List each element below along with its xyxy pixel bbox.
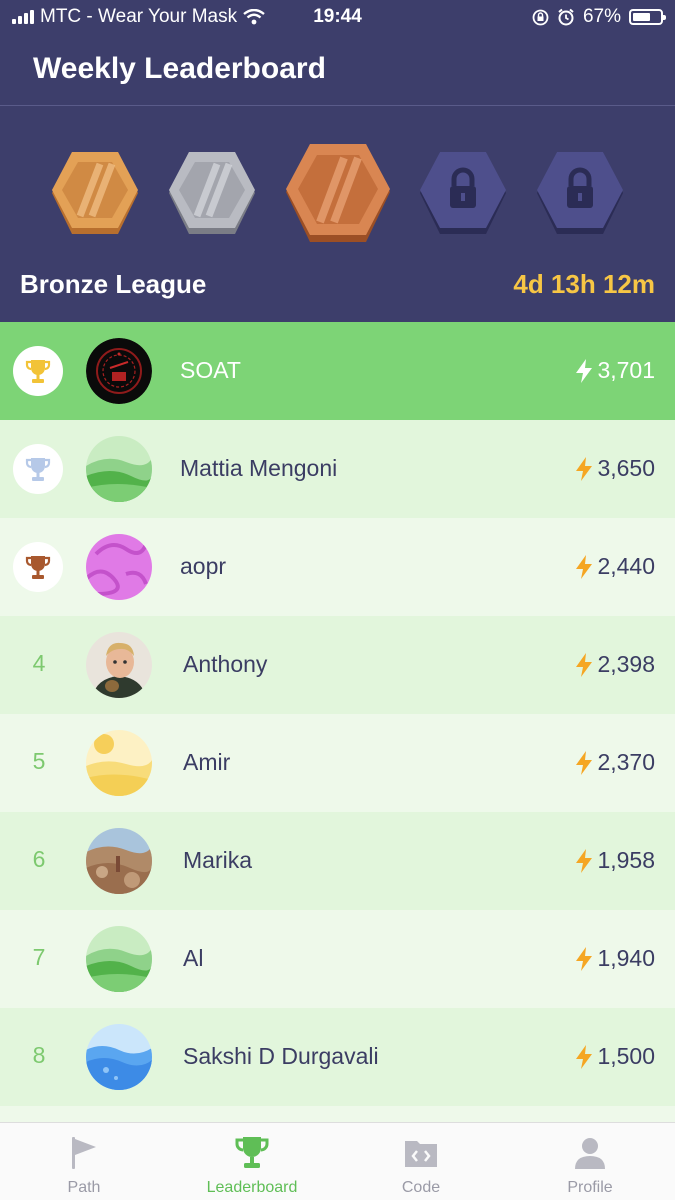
rank-number: 8 bbox=[32, 1042, 46, 1068]
user-score: 2,440 bbox=[575, 553, 655, 580]
tab-label: Code bbox=[401, 1179, 441, 1196]
leaderboard-row-current-user[interactable]: SOAT 3,701 bbox=[0, 322, 675, 420]
tab-label: Leaderboard bbox=[206, 1179, 298, 1196]
avatar bbox=[86, 436, 152, 502]
score-value: 2,398 bbox=[597, 651, 655, 677]
rank-number: 5 bbox=[32, 748, 46, 774]
user-name: Amir bbox=[183, 749, 231, 775]
tab-profile[interactable]: Profile bbox=[506, 1123, 674, 1200]
leaderboard-list: SOAT 3,701 Mattia Mengoni 3,650 aopr 2,4… bbox=[0, 322, 675, 1106]
locked-league-badge[interactable] bbox=[418, 148, 508, 238]
league-timer: 4d 13h 12m bbox=[513, 269, 655, 299]
lightning-icon bbox=[576, 750, 593, 775]
gold-trophy-icon bbox=[25, 360, 51, 383]
rank-gold-trophy bbox=[13, 346, 63, 396]
leaderboard-row[interactable]: aopr 2,440 bbox=[0, 518, 675, 616]
locked-league-badge[interactable] bbox=[535, 148, 625, 238]
user-score: 1,500 bbox=[575, 1043, 655, 1070]
user-score: 2,370 bbox=[575, 749, 655, 776]
leaderboard-row[interactable]: 4 Anthony 2,398 bbox=[0, 616, 675, 714]
lightning-icon bbox=[576, 1044, 593, 1069]
avatar bbox=[86, 534, 152, 600]
lightning-icon bbox=[576, 554, 593, 579]
lightning-icon bbox=[576, 946, 593, 971]
user-score: 2,398 bbox=[575, 651, 655, 678]
battery-percent: 67% bbox=[582, 6, 621, 27]
avatar bbox=[86, 730, 152, 796]
avatar bbox=[86, 926, 152, 992]
leaderboard-row[interactable]: 7 Al 1,940 bbox=[0, 910, 675, 1008]
rank-number: 7 bbox=[32, 944, 46, 970]
user-score: 3,650 bbox=[575, 455, 655, 482]
score-value: 2,440 bbox=[597, 553, 655, 579]
lightning-icon bbox=[576, 848, 593, 873]
user-name: Anthony bbox=[183, 651, 268, 677]
code-folder-icon bbox=[405, 1141, 437, 1167]
user-score: 1,940 bbox=[575, 945, 655, 972]
user-name: Marika bbox=[183, 847, 253, 873]
score-value: 1,940 bbox=[597, 945, 655, 971]
user-score: 3,701 bbox=[575, 357, 655, 384]
score-value: 1,958 bbox=[597, 847, 655, 873]
trophy-icon bbox=[235, 1137, 269, 1168]
gold-league-badge[interactable] bbox=[50, 148, 140, 238]
user-name: Al bbox=[183, 945, 204, 971]
score-value: 2,370 bbox=[597, 749, 655, 775]
avatar bbox=[86, 632, 152, 698]
rotation-lock-icon bbox=[532, 9, 549, 25]
lightning-icon bbox=[576, 456, 593, 481]
score-value: 3,701 bbox=[597, 357, 655, 383]
app-header: Weekly Leaderboard bbox=[0, 34, 675, 106]
tab-leaderboard[interactable]: Leaderboard bbox=[168, 1123, 336, 1200]
battery-icon bbox=[629, 9, 666, 25]
user-name: Mattia Mengoni bbox=[180, 455, 338, 481]
rank-bronze-trophy bbox=[13, 542, 63, 592]
score-value: 1,500 bbox=[597, 1043, 655, 1069]
tab-label: Path bbox=[67, 1179, 101, 1196]
bronze-trophy-icon bbox=[25, 556, 51, 579]
user-name: aopr bbox=[180, 553, 227, 579]
leaderboard-row[interactable]: 8 Sakshi D Durgavali 1,500 bbox=[0, 1008, 675, 1106]
rank-number: 4 bbox=[32, 650, 46, 676]
flag-icon bbox=[72, 1137, 96, 1169]
tab-path[interactable]: Path bbox=[0, 1123, 168, 1200]
league-badges bbox=[0, 136, 675, 256]
alarm-icon bbox=[558, 8, 574, 26]
user-score: 1,958 bbox=[575, 847, 655, 874]
tab-label: Profile bbox=[567, 1179, 613, 1196]
page-title: Weekly Leaderboard bbox=[33, 52, 326, 85]
person-icon bbox=[575, 1138, 605, 1169]
tab-code[interactable]: Code bbox=[337, 1123, 505, 1200]
score-value: 3,650 bbox=[597, 455, 655, 481]
status-bar: MTC - Wear Your Mask 19:44 67% bbox=[0, 0, 675, 34]
silver-league-badge[interactable] bbox=[167, 148, 257, 238]
lightning-icon bbox=[576, 652, 593, 677]
leaderboard-row[interactable]: 6 Marika 1,958 bbox=[0, 812, 675, 910]
league-panel: Bronze League 4d 13h 12m bbox=[0, 106, 675, 322]
rank-silver-trophy bbox=[13, 444, 63, 494]
silver-trophy-icon bbox=[25, 458, 51, 481]
bottom-tab-bar: Path Leaderboard Code Profile bbox=[0, 1122, 675, 1200]
league-name: Bronze League bbox=[20, 269, 207, 299]
avatar bbox=[86, 1024, 152, 1090]
rank-number: 6 bbox=[32, 846, 46, 872]
lightning-icon bbox=[576, 358, 593, 383]
leaderboard-row[interactable]: 5 Amir 2,370 bbox=[0, 714, 675, 812]
avatar bbox=[86, 828, 152, 894]
avatar bbox=[86, 338, 152, 404]
bronze-league-badge[interactable] bbox=[284, 140, 392, 246]
user-name: Sakshi D Durgavali bbox=[183, 1043, 379, 1069]
leaderboard-row[interactable]: Mattia Mengoni 3,650 bbox=[0, 420, 675, 518]
user-name: SOAT bbox=[180, 357, 241, 383]
